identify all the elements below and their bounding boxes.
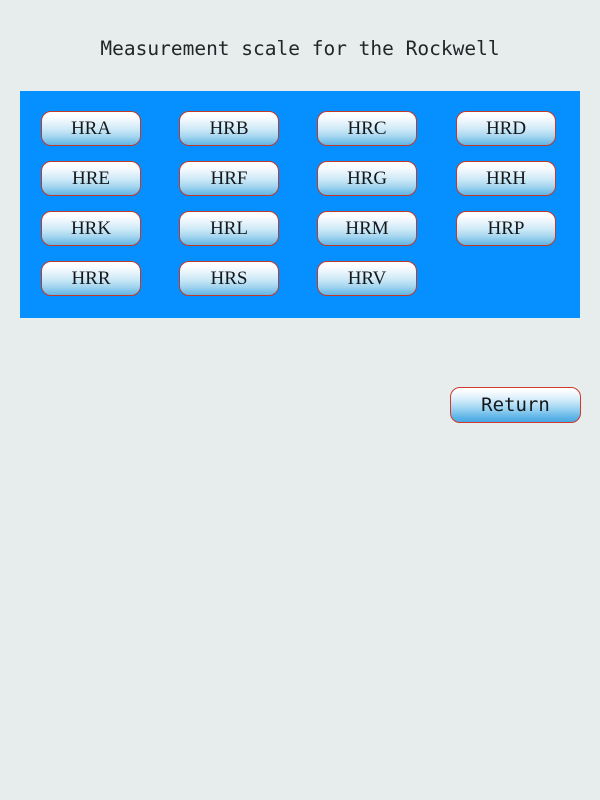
scale-button-hre[interactable]: HRE (41, 161, 141, 196)
scale-button-hrm[interactable]: HRM (317, 211, 417, 246)
scale-button-grid: HRA HRB HRC HRD HRE HRF HRG HRH HRK HRL … (20, 91, 580, 318)
scale-button-hrv[interactable]: HRV (317, 261, 417, 296)
scale-button-hrr[interactable]: HRR (41, 261, 141, 296)
scale-button-hrb[interactable]: HRB (179, 111, 279, 146)
scale-button-hrd[interactable]: HRD (456, 111, 556, 146)
scale-button-hrp[interactable]: HRP (456, 211, 556, 246)
scale-button-hrk[interactable]: HRK (41, 211, 141, 246)
scale-button-hra[interactable]: HRA (41, 111, 141, 146)
scale-button-hrl[interactable]: HRL (179, 211, 279, 246)
return-button[interactable]: Return (450, 387, 581, 423)
app-root: Measurement scale for the Rockwell HRA H… (0, 0, 600, 800)
scale-button-hrg[interactable]: HRG (317, 161, 417, 196)
scale-panel: HRA HRB HRC HRD HRE HRF HRG HRH HRK HRL … (20, 91, 580, 318)
scale-button-hrh[interactable]: HRH (456, 161, 556, 196)
scale-button-hrf[interactable]: HRF (179, 161, 279, 196)
scale-button-hrs[interactable]: HRS (179, 261, 279, 296)
scale-button-hrc[interactable]: HRC (317, 111, 417, 146)
page-title: Measurement scale for the Rockwell (0, 36, 600, 62)
